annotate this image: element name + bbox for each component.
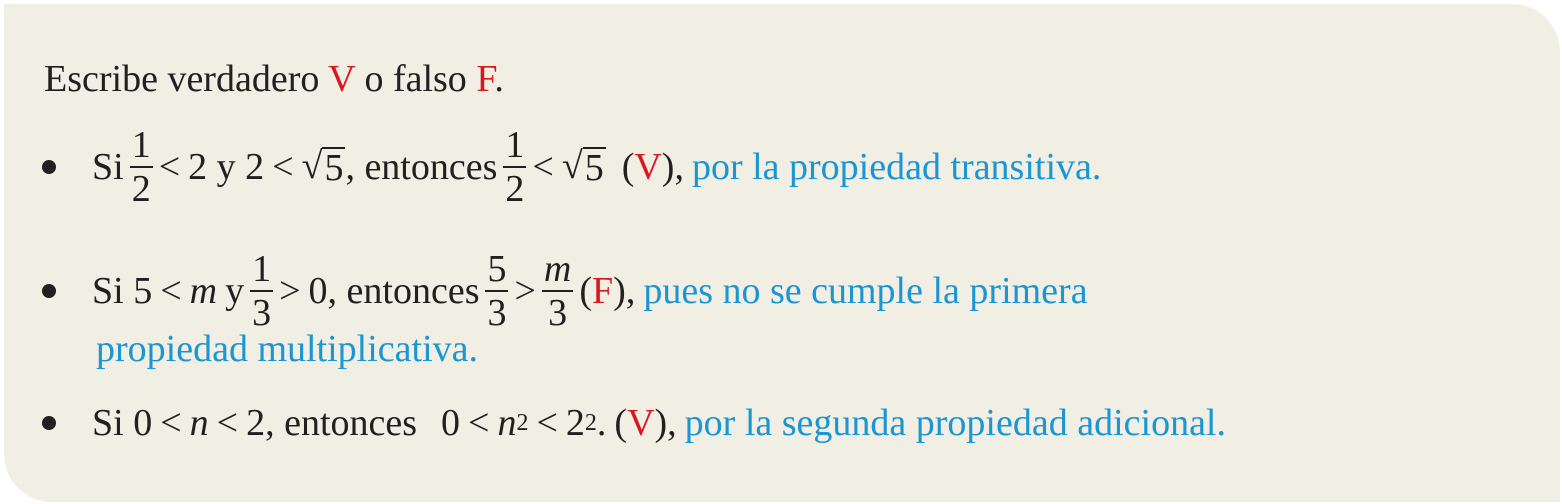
- explanation-continuation: propiedad multiplicativa.: [96, 328, 479, 370]
- entonces-word: , entonces: [345, 146, 498, 188]
- base-value: 2: [565, 402, 585, 444]
- less-than-symbol: <: [536, 402, 558, 444]
- explanation-text: por la propiedad transitiva.: [691, 146, 1102, 188]
- radical-sign: √: [561, 145, 583, 187]
- radicand: 5: [322, 147, 346, 189]
- exercise-instruction: Escribe verdadero V o falso F.: [44, 60, 504, 98]
- paren: (: [614, 402, 628, 444]
- y-word: y: [225, 270, 245, 312]
- fraction-numerator: 1: [252, 248, 272, 290]
- bullet-icon: [42, 160, 56, 174]
- fraction-denominator: 2: [505, 168, 525, 210]
- fraction-numerator: m: [543, 248, 572, 290]
- less-than-symbol: <: [532, 146, 554, 188]
- radical-sign: √: [301, 145, 323, 187]
- less-than-symbol: <: [160, 270, 182, 312]
- less-than-symbol: <: [216, 402, 239, 444]
- verdict-letter: V: [634, 146, 662, 188]
- square-root: √ 5: [562, 147, 606, 187]
- instruction-end: .: [494, 58, 504, 100]
- fraction: 1 2: [129, 124, 153, 210]
- true-letter: V: [328, 58, 355, 100]
- bullet-icon: [42, 284, 56, 298]
- si-word: Si 5: [92, 270, 153, 312]
- expression-text: 2, entonces: [246, 402, 418, 444]
- zero-value: 0: [441, 402, 461, 444]
- variable-n: n: [497, 402, 517, 444]
- exercise-card: Escribe verdadero V o falso F. Si 1 2 < …: [4, 4, 1560, 502]
- variable-n: n: [189, 402, 209, 444]
- si-word: Si: [92, 146, 124, 188]
- explanation-text: pues no se cumple la primera: [643, 270, 1088, 312]
- statement-1-line: Si 1 2 < 2 y 2 < √ 5 , entonces 1 2 < √ 5 …: [92, 126, 1101, 208]
- paren: ),: [661, 146, 684, 188]
- exponent: 2: [584, 410, 597, 436]
- expression-text: 2 y 2: [188, 146, 265, 188]
- radicand: 5: [582, 147, 606, 189]
- fraction: m 3: [541, 248, 574, 334]
- greater-than-symbol: >: [279, 270, 301, 312]
- fraction-denominator: 2: [131, 168, 151, 210]
- less-than-symbol: <: [468, 402, 490, 444]
- less-than-symbol: <: [158, 146, 181, 188]
- fraction: 5 3: [485, 248, 509, 334]
- si-word: Si 0: [92, 402, 153, 444]
- fraction-numerator: 1: [131, 124, 151, 166]
- square-root: √ 5: [302, 147, 346, 187]
- paren: (: [579, 270, 593, 312]
- fraction-denominator: 3: [548, 292, 568, 334]
- false-letter: F: [476, 58, 495, 100]
- paren: (: [621, 146, 635, 188]
- less-than-symbol: <: [160, 402, 182, 444]
- bullet-icon: [42, 416, 56, 430]
- fraction-denominator: 3: [487, 292, 507, 334]
- fraction: 1 3: [250, 248, 274, 334]
- explanation-text: por la segunda propiedad adicional.: [684, 402, 1226, 444]
- period: .: [596, 402, 607, 444]
- verdict-letter: F: [592, 270, 614, 312]
- fraction: 1 2: [503, 124, 527, 210]
- statement-2-line: Si 5 < m y 1 3 > 0, entonces 5 3 > m 3 (…: [92, 250, 1088, 332]
- instruction-text: Escribe verdadero: [44, 58, 329, 100]
- variable-m: m: [189, 270, 218, 312]
- fraction-numerator: 5: [487, 248, 507, 290]
- fraction-numerator: 1: [505, 124, 525, 166]
- expression-text: 0, entonces: [308, 270, 480, 312]
- instruction-middle: o falso: [354, 58, 477, 100]
- fraction-denominator: 3: [252, 292, 272, 334]
- verdict-letter: V: [627, 402, 655, 444]
- paren: ),: [613, 270, 636, 312]
- paren: ),: [654, 402, 677, 444]
- less-than-symbol: <: [272, 146, 294, 188]
- greater-than-symbol: >: [514, 270, 536, 312]
- statement-3-line: Si 0 < n < 2, entonces 0 < n2 < 22. (V),…: [92, 404, 1226, 442]
- exponent: 2: [516, 410, 529, 436]
